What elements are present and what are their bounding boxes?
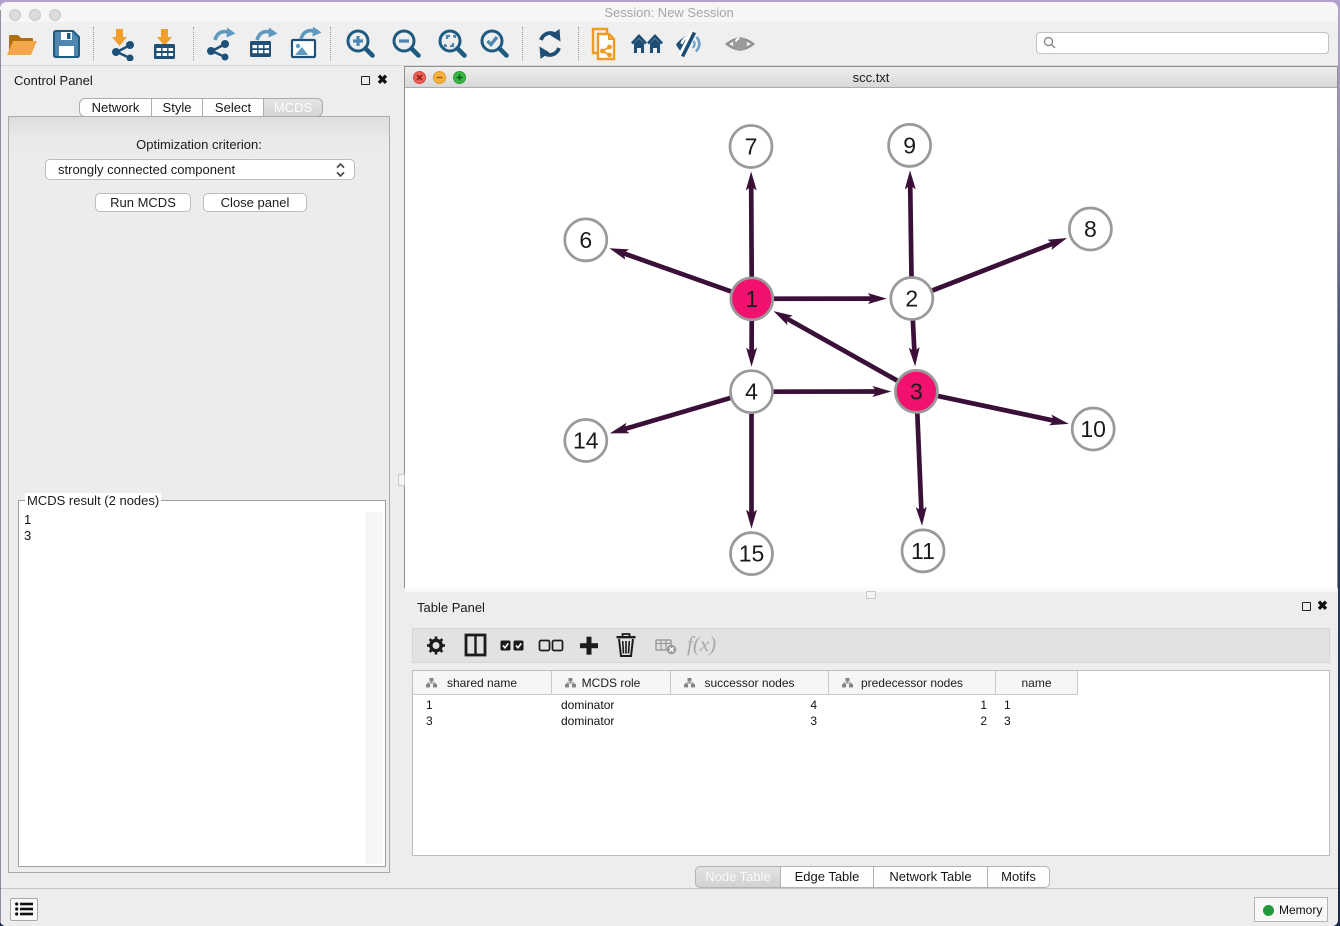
svg-text:9: 9 [903,132,916,158]
svg-text:2: 2 [905,286,918,312]
svg-text:6: 6 [579,227,592,253]
svg-text:1: 1 [745,286,758,312]
svg-text:14: 14 [573,428,599,454]
svg-text:15: 15 [739,541,765,567]
svg-text:8: 8 [1084,216,1097,242]
svg-text:3: 3 [910,378,923,404]
svg-text:10: 10 [1080,416,1106,442]
svg-text:4: 4 [745,379,758,405]
svg-text:7: 7 [745,134,758,160]
svg-text:11: 11 [911,538,935,564]
